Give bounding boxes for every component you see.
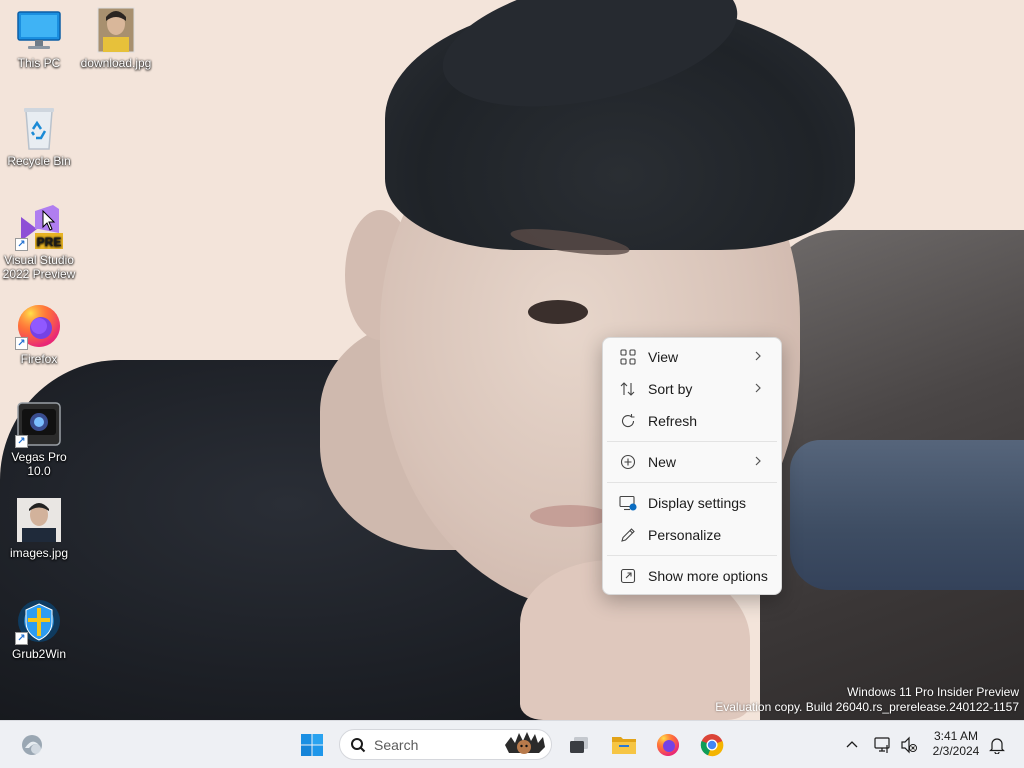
watermark-build: Evaluation copy. Build 26040.rs_prerelea… (715, 700, 1019, 714)
chevron-right-icon (751, 381, 765, 395)
menu-item-sort-by[interactable]: Sort by (607, 375, 777, 403)
refresh-icon (619, 412, 637, 430)
taskbar: Search 3:41 AM 2/3/2024 (0, 720, 1024, 768)
network-icon (874, 737, 890, 753)
start-icon (301, 734, 323, 756)
menu-separator (607, 441, 777, 442)
desktop-icon-label: Grub2Win (11, 647, 67, 661)
menu-item-new[interactable]: New (607, 448, 777, 476)
volume-button[interactable] (898, 734, 920, 756)
firefox-icon (657, 734, 679, 756)
desktop[interactable]: This PC download.jpg Recycle Bin PRE ↗ V… (0, 0, 1024, 720)
image-thumbnail-icon (15, 496, 63, 544)
file-explorer-button[interactable] (610, 732, 638, 758)
desktop-icon-label: Visual Studio 2022 Preview (2, 253, 76, 281)
search-highlight-icon (501, 731, 547, 759)
sort-icon (619, 380, 637, 398)
task-view-icon (570, 737, 588, 753)
desktop-icon-label: images.jpg (9, 546, 69, 560)
desktop-icon-vegas-pro[interactable]: ↗ Vegas Pro 10.0 (1, 400, 77, 478)
desktop-icon-label: Recycle Bin (7, 154, 71, 168)
firefox-taskbar-button[interactable] (654, 732, 682, 758)
vegas-pro-icon: ↗ (15, 400, 63, 448)
wallpaper-jeans (790, 440, 1024, 590)
desktop-icon-visual-studio[interactable]: PRE ↗ Visual Studio 2022 Preview (1, 203, 77, 281)
menu-item-label: Display settings (648, 495, 747, 511)
widgets-button[interactable] (18, 733, 46, 757)
menu-item-label: Show more options (648, 568, 768, 584)
pen-icon (619, 526, 637, 544)
search-icon (350, 737, 366, 753)
shortcut-arrow-icon: ↗ (15, 337, 28, 350)
open-external-icon (619, 567, 637, 585)
menu-item-refresh[interactable]: Refresh (607, 407, 777, 435)
show-hidden-icons-button[interactable] (842, 735, 862, 755)
menu-separator (607, 482, 777, 483)
desktop-context-menu: View Sort by Refresh New Display setting… (602, 337, 782, 595)
chevron-up-icon (846, 741, 858, 748)
desktop-icon-this-pc[interactable]: This PC (1, 6, 77, 70)
menu-item-label: Personalize (648, 527, 722, 543)
wallpaper-mouth (530, 505, 610, 527)
chevron-right-icon (751, 349, 765, 363)
desktop-icon-label: download.jpg (80, 56, 152, 70)
menu-item-label: Sort by (648, 381, 693, 397)
menu-item-display-settings[interactable]: Display settings (607, 489, 777, 517)
recycle-bin-icon (15, 104, 63, 152)
wallpaper-eye (528, 300, 588, 324)
mouse-cursor-icon (42, 210, 56, 231)
chevron-right-icon (751, 454, 765, 468)
display-settings-icon (619, 494, 637, 512)
clock-date: 2/3/2024 (932, 744, 980, 758)
taskbar-clock[interactable]: 3:41 AM 2/3/2024 (922, 729, 990, 759)
menu-item-label: New (648, 454, 677, 470)
notifications-button[interactable] (986, 734, 1008, 756)
monitor-icon (15, 6, 63, 54)
volume-muted-icon (901, 736, 917, 754)
desktop-icon-label: This PC (17, 56, 61, 70)
shortcut-arrow-icon: ↗ (15, 238, 28, 251)
network-button[interactable] (872, 734, 894, 756)
task-view-button[interactable] (566, 733, 592, 757)
desktop-icon-grub2win[interactable]: ↗ Grub2Win (1, 597, 77, 661)
windows-watermark: Windows 11 Pro Insider Preview Evaluatio… (715, 685, 1019, 715)
menu-item-view[interactable]: View (607, 343, 777, 371)
desktop-icon-label: Firefox (20, 352, 58, 366)
watermark-edition: Windows 11 Pro Insider Preview (847, 685, 1019, 699)
desktop-icon-images-jpg[interactable]: images.jpg (1, 496, 77, 560)
shortcut-arrow-icon: ↗ (15, 632, 28, 645)
bell-icon (989, 738, 1005, 754)
grid-icon (619, 348, 637, 366)
grub2win-icon: ↗ (15, 597, 63, 645)
menu-item-label: Refresh (648, 413, 698, 429)
desktop-icon-recycle-bin[interactable]: Recycle Bin (1, 104, 77, 168)
widgets-icon (22, 735, 42, 755)
clock-time: 3:41 AM (933, 729, 979, 743)
chrome-taskbar-button[interactable] (698, 732, 726, 758)
menu-item-show-more-options[interactable]: Show more options (607, 562, 777, 590)
menu-separator (607, 555, 777, 556)
menu-item-label: View (648, 349, 679, 365)
firefox-icon: ↗ (15, 302, 63, 350)
menu-item-personalize[interactable]: Personalize (607, 521, 777, 549)
chrome-icon (700, 734, 724, 757)
add-circle-icon (619, 453, 637, 471)
image-thumbnail-icon (92, 6, 140, 54)
desktop-icon-firefox[interactable]: ↗ Firefox (1, 302, 77, 366)
file-explorer-icon (612, 737, 636, 754)
desktop-icon-download-jpg[interactable]: download.jpg (78, 6, 154, 70)
shortcut-arrow-icon: ↗ (15, 435, 28, 448)
pre-badge: PRE (37, 235, 62, 249)
taskbar-search-box[interactable]: Search (339, 729, 552, 760)
desktop-icon-label: Vegas Pro 10.0 (11, 450, 67, 478)
start-button[interactable] (298, 732, 326, 758)
search-placeholder: Search (374, 736, 419, 753)
